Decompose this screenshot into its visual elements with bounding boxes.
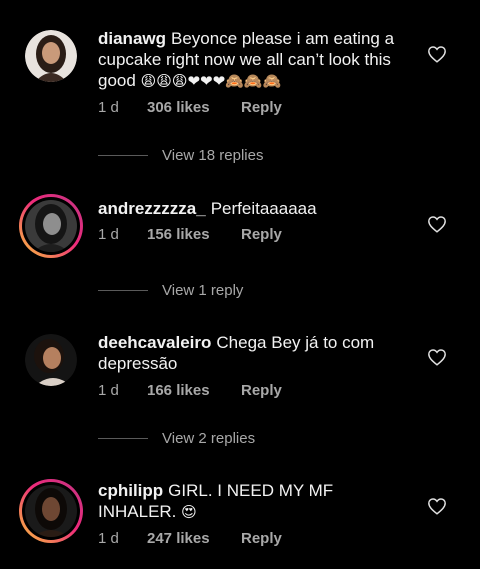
reply-button[interactable]: Reply: [241, 99, 282, 116]
comment-emoji: 😩😩😩❤❤❤🙈🙈🙈: [140, 72, 282, 90]
comment-time: 1 d: [98, 530, 119, 547]
comment-username[interactable]: andrezzzzza_: [98, 199, 206, 218]
view-replies-button[interactable]: View 2 replies: [98, 430, 255, 447]
comment-meta: 1 d 306 likes Reply: [98, 99, 282, 116]
comment-username[interactable]: cphilipp: [98, 481, 163, 500]
view-replies-line: [98, 155, 148, 156]
avatar[interactable]: [19, 479, 83, 543]
view-replies-label: View 2 replies: [162, 430, 256, 447]
comment-time: 1 d: [98, 382, 119, 399]
view-replies-button[interactable]: View 18 replies: [98, 147, 263, 164]
avatar-inner: [22, 197, 80, 255]
comment-meta: 1 d 247 likes Reply: [98, 530, 282, 547]
view-replies-line: [98, 438, 148, 439]
comment-text: deehcavaleiro Chega Bey já to com depress…: [98, 332, 410, 374]
heart-outline-icon[interactable]: [427, 497, 447, 515]
heart-outline-icon[interactable]: [427, 215, 447, 233]
comment-text: cphilipp GIRL. I NEED MY MF INHALER. 😍: [98, 480, 410, 523]
avatar-inner: [22, 482, 80, 540]
view-replies-line: [98, 290, 148, 291]
comment-text: andrezzzzza_ Perfeitaaaaaa: [98, 198, 410, 219]
reply-button[interactable]: Reply: [241, 530, 282, 547]
comment-likes[interactable]: 166 likes: [147, 382, 241, 399]
comment-text: dianawg Beyonce please i am eating a cupc…: [98, 28, 410, 92]
avatar[interactable]: [25, 30, 77, 82]
comment-meta: 1 d 156 likes Reply: [98, 226, 282, 243]
avatar-photo: [25, 485, 77, 537]
comment-username[interactable]: dianawg: [98, 29, 166, 48]
view-replies-label: View 18 replies: [162, 147, 264, 164]
avatar[interactable]: [25, 334, 77, 386]
reply-button[interactable]: Reply: [241, 382, 282, 399]
avatar[interactable]: [19, 194, 83, 258]
heart-outline-icon[interactable]: [427, 45, 447, 63]
reply-button[interactable]: Reply: [241, 226, 282, 243]
comment-meta: 1 d 166 likes Reply: [98, 382, 282, 399]
comment-time: 1 d: [98, 226, 119, 243]
view-replies-button[interactable]: View 1 reply: [98, 282, 243, 299]
avatar-photo: [25, 200, 77, 252]
comment-username[interactable]: deehcavaleiro: [98, 333, 211, 352]
view-replies-label: View 1 reply: [162, 282, 244, 299]
avatar-photo: [25, 334, 77, 386]
comment-likes[interactable]: 156 likes: [147, 226, 241, 243]
comment-time: 1 d: [98, 99, 119, 116]
heart-outline-icon[interactable]: [427, 348, 447, 366]
comment-likes[interactable]: 247 likes: [147, 530, 241, 547]
comment-body: Perfeitaaaaaa: [210, 199, 317, 218]
comment-emoji: 😍: [181, 503, 197, 521]
comment-likes[interactable]: 306 likes: [147, 99, 241, 116]
avatar-photo: [25, 30, 77, 82]
